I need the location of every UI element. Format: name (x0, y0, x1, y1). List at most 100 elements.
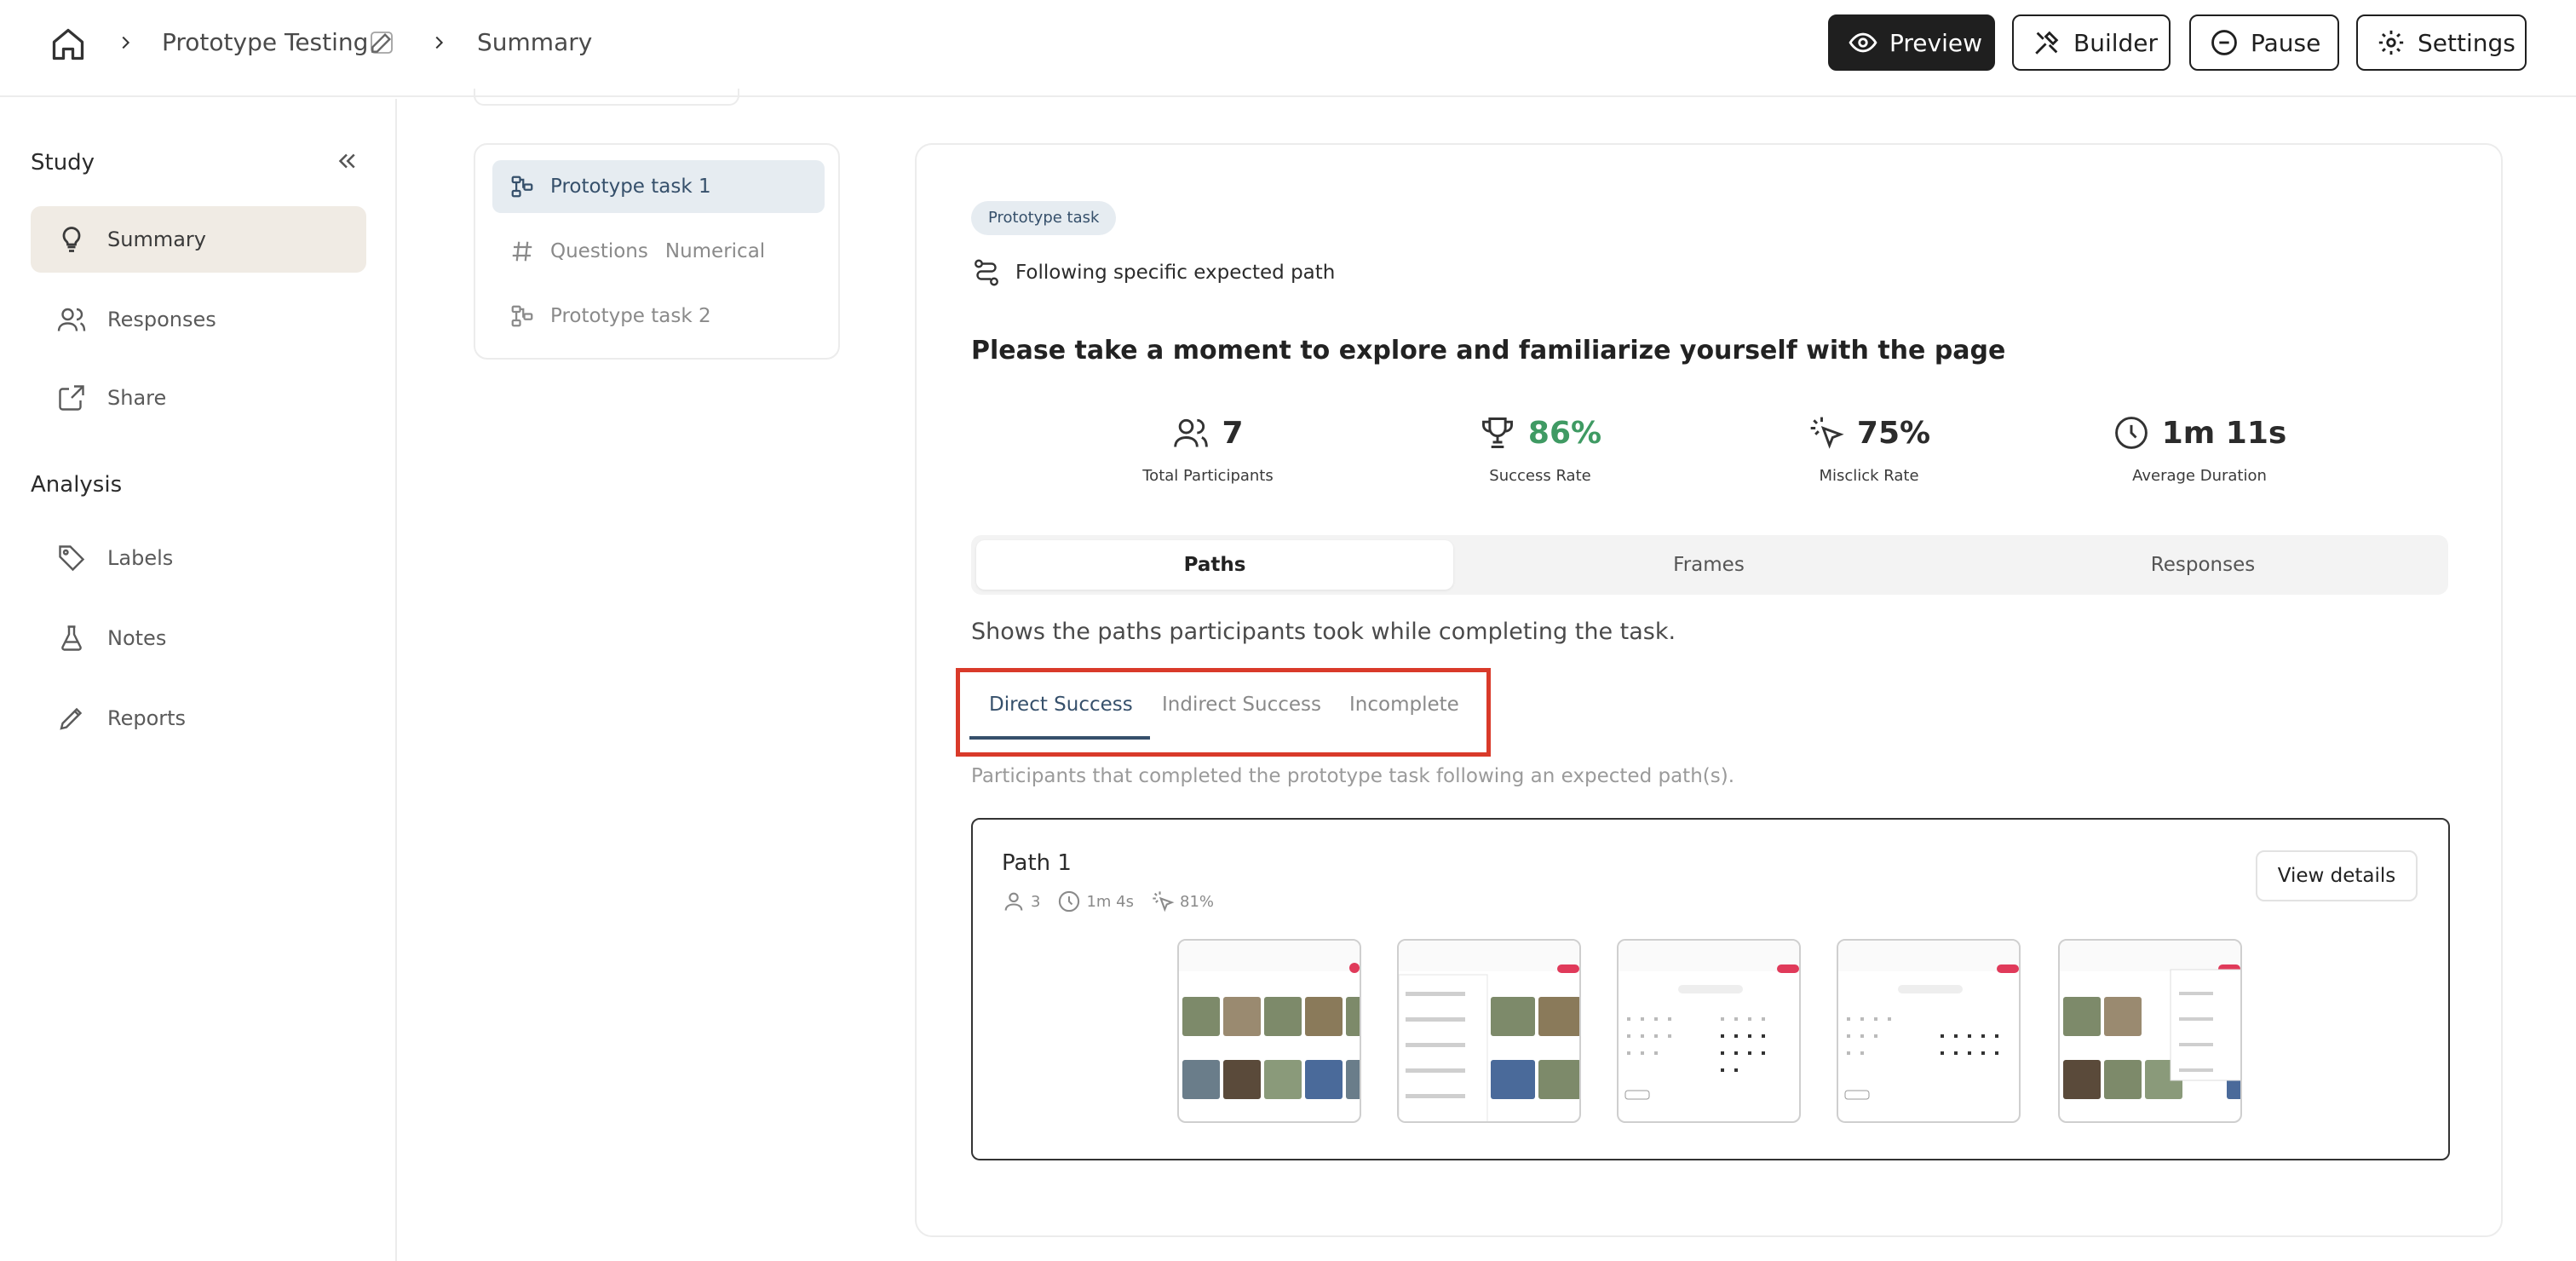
task-list: Prototype task 1 Questions Numerical Pro… (474, 143, 840, 360)
breadcrumb-project[interactable]: Prototype Testing (162, 27, 368, 58)
task-item-prototype-1[interactable]: Prototype task 1 (492, 160, 825, 213)
preview-button[interactable]: Preview (1828, 14, 1995, 71)
frame-thumbnail[interactable] (1177, 939, 1361, 1123)
stat-average-duration: 1m 11s Average Duration (2038, 409, 2361, 485)
stat-value: 1m 11s (2161, 415, 2287, 451)
trophy-icon (1481, 417, 1513, 448)
sidebar-item-responses[interactable]: Responses (31, 286, 366, 353)
path-meta: 3 1m 4s 81% (1002, 890, 1214, 913)
stat-value: 75% (1856, 415, 1931, 451)
pause-label: Pause (2251, 28, 2321, 57)
home-icon[interactable] (49, 26, 87, 63)
result-tabs: Paths Frames Responses (971, 535, 2448, 595)
sidebar-item-label: Reports (107, 706, 187, 730)
study-section-title: Study (31, 150, 95, 176)
tag-icon (59, 545, 85, 572)
stat-value: 86% (1527, 415, 1602, 451)
path-duration: 1m 4s (1086, 892, 1134, 911)
path-mode: Following specific expected path (971, 257, 1335, 288)
frame-thumbnail[interactable] (1617, 939, 1801, 1123)
tools-icon (2035, 31, 2059, 55)
pointer-click-icon (1153, 891, 1175, 913)
collapse-sidebar-icon[interactable] (334, 148, 359, 174)
stat-misclick-rate: 75% Misclick Rate (1707, 409, 2031, 485)
path-card: Path 1 3 1m 4s 81% View details (971, 818, 2450, 1160)
task-sub-label: Numerical (664, 240, 766, 262)
path-participants: 3 (1031, 892, 1041, 911)
top-bar: Prototype Testing Summary Preview Builde… (0, 0, 2576, 97)
view-details-button[interactable]: View details (2256, 850, 2418, 901)
sidebar-item-share[interactable]: Share (31, 365, 366, 431)
users-icon (1174, 418, 1209, 447)
sidebar-item-notes[interactable]: Notes (31, 605, 366, 671)
gear-icon (2378, 30, 2404, 55)
task-label: Prototype task 2 (550, 305, 711, 327)
flask-icon (61, 625, 82, 651)
pointer-click-icon (1810, 417, 1844, 449)
breadcrumb-current: Summary (477, 28, 593, 56)
stat-label: Average Duration (2132, 467, 2267, 485)
clock-icon (1059, 890, 1080, 913)
prototype-icon (511, 305, 533, 327)
builder-label: Builder (2073, 28, 2159, 57)
builder-button[interactable]: Builder (2012, 14, 2171, 71)
pause-button[interactable]: Pause (2189, 14, 2339, 71)
settings-label: Settings (2418, 28, 2516, 57)
preview-label: Preview (1889, 28, 1982, 57)
sidebar-item-label: Summary (107, 227, 206, 251)
task-question: Please take a moment to explore and fami… (971, 336, 2006, 366)
pencil-icon (60, 707, 83, 730)
subtab-direct-success[interactable]: Direct Success (989, 694, 1133, 716)
clock-icon (2114, 417, 2148, 449)
stat-participants: 7 Total Participants (1046, 409, 1370, 486)
hash-icon (512, 241, 532, 262)
frame-thumbnail[interactable] (2058, 939, 2242, 1123)
subtab-description: Participants that completed the prototyp… (971, 765, 1735, 787)
sidebar-item-label: Responses (107, 308, 216, 331)
task-item-questions[interactable]: Questions Numerical (492, 225, 825, 278)
subtab-indirect-success[interactable]: Indirect Success (1162, 694, 1321, 716)
sidebar-item-reports[interactable]: Reports (31, 685, 366, 751)
eye-icon (1849, 32, 1877, 53)
path-mode-label: Following specific expected path (1015, 262, 1336, 284)
sidebar: Study Summary Responses Share Analysis L… (0, 99, 397, 1261)
stat-label: Total Participants (1142, 467, 1274, 485)
path-misclick: 81% (1180, 892, 1215, 911)
tab-responses[interactable]: Responses (1964, 540, 2441, 590)
chevron-right-icon (435, 36, 444, 49)
users-icon (57, 308, 86, 331)
active-subtab-indicator (969, 736, 1150, 740)
external-link-icon (59, 385, 84, 411)
edit-icon[interactable] (368, 29, 395, 56)
stat-label: Misclick Rate (1819, 467, 1919, 485)
task-type-badge: Prototype task (971, 201, 1117, 235)
sidebar-item-label: Notes (107, 626, 167, 650)
settings-button[interactable]: Settings (2356, 14, 2527, 71)
user-icon (1004, 892, 1023, 911)
tab-frames[interactable]: Frames (1470, 540, 1947, 590)
scrolled-card-edge (474, 89, 739, 106)
sidebar-item-label: Share (107, 386, 167, 410)
frame-thumbnail[interactable] (1397, 939, 1581, 1123)
task-item-prototype-2[interactable]: Prototype task 2 (492, 290, 825, 343)
analysis-section-title: Analysis (31, 472, 123, 498)
prototype-icon (511, 176, 533, 198)
sidebar-item-label: Labels (107, 546, 174, 570)
frame-thumbnail[interactable] (1837, 939, 2021, 1123)
sidebar-item-summary[interactable]: Summary (31, 206, 366, 273)
tab-description: Shows the paths participants took while … (971, 619, 1676, 645)
lightbulb-icon (62, 227, 81, 252)
stat-value: 7 (1222, 415, 1244, 451)
sidebar-item-labels[interactable]: Labels (31, 525, 366, 591)
chevron-right-icon (122, 36, 130, 49)
route-icon (975, 259, 998, 286)
stat-label: Success Rate (1489, 467, 1591, 485)
task-label: Questions (550, 240, 648, 262)
tab-paths[interactable]: Paths (976, 540, 1453, 590)
stat-success-rate: 86% Success Rate (1378, 409, 1702, 485)
pause-circle-icon (2211, 30, 2237, 55)
task-label: Prototype task 1 (550, 176, 711, 198)
task-summary-card: Prototype task Following specific expect… (915, 143, 2503, 1237)
subtab-incomplete[interactable]: Incomplete (1349, 694, 1459, 716)
path-title: Path 1 (1002, 850, 1072, 876)
